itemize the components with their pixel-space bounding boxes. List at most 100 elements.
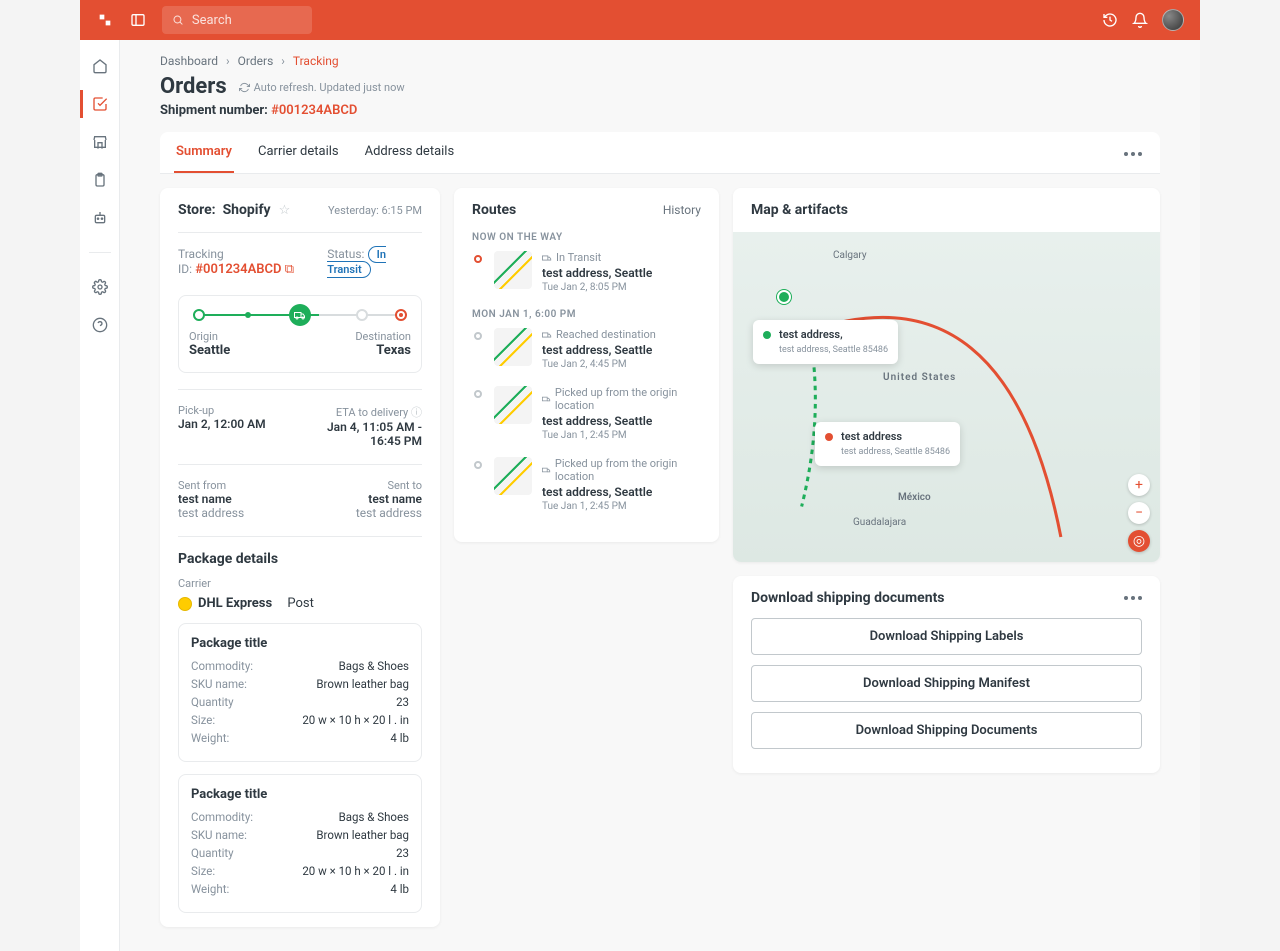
user-avatar[interactable] <box>1162 9 1184 31</box>
route-time: Tue Jan 1, 2:45 PM <box>542 501 701 512</box>
nav-robot[interactable] <box>88 206 112 230</box>
download-manifest-button[interactable]: Download Shipping Manifest <box>751 665 1142 702</box>
route-thumbnail <box>494 386 532 424</box>
info-icon[interactable]: ⓘ <box>411 406 422 419</box>
downloads-overflow[interactable] <box>1124 596 1142 600</box>
chevron-right-icon: › <box>226 54 230 68</box>
route-status: Reached destination <box>542 328 701 341</box>
route-address: test address, Seattle <box>542 414 701 428</box>
package-title: Package title <box>191 636 409 651</box>
nav-home[interactable] <box>88 54 112 78</box>
route-time: Tue Jan 1, 2:45 PM <box>542 430 701 441</box>
sentto-name: test name <box>306 492 422 506</box>
package-item: Package title Commodity:Bags & Shoes SKU… <box>178 623 422 762</box>
crumb-dashboard[interactable]: Dashboard <box>160 54 218 68</box>
shipment-progress: OriginSeattle DestinationTexas <box>178 295 422 373</box>
sentto-addr: test address <box>306 506 422 520</box>
breadcrumb: Dashboard › Orders › Tracking <box>160 54 1160 68</box>
map-zoom-out[interactable]: − <box>1128 502 1150 524</box>
nav-settings[interactable] <box>88 275 112 299</box>
route-pin-icon <box>472 457 484 512</box>
map-title: Map & artifacts <box>751 202 1142 218</box>
nav-orders[interactable] <box>88 92 112 116</box>
route-pin-icon <box>472 386 484 441</box>
status-label: Status: <box>327 247 364 261</box>
progress-pending-dot <box>356 309 368 321</box>
eta-value: Jan 4, 11:05 AM - 16:45 PM <box>306 420 422 448</box>
eta-label: ETA to delivery ⓘ <box>306 404 422 420</box>
crumb-orders[interactable]: Orders <box>238 54 274 68</box>
sentto-label: Sent to <box>306 479 422 492</box>
tracking-id[interactable]: #001234ABCD <box>195 262 281 277</box>
crumb-tracking: Tracking <box>293 54 339 68</box>
route-item[interactable]: In Transit test address, Seattle Tue Jan… <box>472 251 701 293</box>
progress-step-dot <box>245 312 251 318</box>
route-item[interactable]: Picked up from the origin location test … <box>472 457 701 512</box>
map-country-label: United States <box>883 372 956 383</box>
package-details-title: Package details <box>178 551 422 567</box>
nav-clipboard[interactable] <box>88 168 112 192</box>
map-popup-destination[interactable]: test addresstest address, Seattle 85486 <box>815 422 960 466</box>
route-status: In Transit <box>542 251 701 264</box>
map-guadalajara-label: Guadalajara <box>853 517 906 528</box>
tabs-overflow[interactable] <box>1124 145 1146 160</box>
sentfrom-addr: test address <box>178 506 294 520</box>
package-title: Package title <box>191 787 409 802</box>
route-time: Tue Jan 2, 8:05 PM <box>542 282 701 293</box>
nav-store[interactable] <box>88 130 112 154</box>
pickup-label: Pick-up <box>178 404 294 417</box>
app-logo <box>96 11 114 29</box>
history-icon[interactable] <box>1102 12 1118 28</box>
route-section-label: MON JAN 1, 6:00 PM <box>472 309 701 320</box>
carrier-name: DHL Express <box>198 596 272 611</box>
progress-origin-dot <box>193 309 205 321</box>
nav-help[interactable] <box>88 313 112 337</box>
route-address: test address, Seattle <box>542 485 701 499</box>
star-icon[interactable]: ☆ <box>279 203 291 218</box>
download-documents-button[interactable]: Download Shipping Documents <box>751 712 1142 749</box>
origin-value: Seattle <box>189 343 230 358</box>
map-origin-pin[interactable] <box>777 290 791 304</box>
store-timestamp: Yesterday: 6:15 PM <box>328 204 422 217</box>
map-view[interactable]: test address,test address, Seattle 85486… <box>733 232 1160 562</box>
refresh-note: Auto refresh. Updated just now <box>239 81 405 94</box>
search-input[interactable] <box>192 13 302 28</box>
map-popup-origin[interactable]: test address,test address, Seattle 85486 <box>753 320 898 364</box>
map-zoom-in[interactable]: + <box>1128 474 1150 496</box>
route-item[interactable]: Picked up from the origin location test … <box>472 386 701 441</box>
route-address: test address, Seattle <box>542 266 701 280</box>
store-name: Shopify <box>223 202 271 218</box>
route-thumbnail <box>494 251 532 289</box>
download-labels-button[interactable]: Download Shipping Labels <box>751 618 1142 655</box>
origin-label: Origin <box>189 330 230 343</box>
package-item: Package title Commodity:Bags & Shoes SKU… <box>178 774 422 913</box>
route-status: Picked up from the origin location <box>542 386 701 412</box>
route-item[interactable]: Reached destination test address, Seattl… <box>472 328 701 370</box>
tabs: Summary Carrier details Address details <box>160 132 1160 174</box>
side-nav <box>80 40 120 951</box>
map-mexico-label: México <box>898 492 931 503</box>
route-section-label: NOW ON THE WAY <box>472 232 701 243</box>
sentfrom-name: test name <box>178 492 294 506</box>
copy-icon[interactable]: ⧉ <box>285 262 294 277</box>
route-address: test address, Seattle <box>542 343 701 357</box>
carrier-type: Post <box>287 596 314 611</box>
tab-carrier-details[interactable]: Carrier details <box>256 132 341 173</box>
tab-summary[interactable]: Summary <box>174 132 234 173</box>
chevron-right-icon: › <box>281 54 285 68</box>
route-pin-icon <box>472 251 484 293</box>
sentfrom-label: Sent from <box>178 479 294 492</box>
dest-value: Texas <box>376 343 411 358</box>
panel-toggle-icon[interactable] <box>126 8 150 32</box>
map-locate[interactable]: ◎ <box>1128 530 1150 552</box>
search-box[interactable] <box>162 6 312 34</box>
route-time: Tue Jan 2, 4:45 PM <box>542 359 701 370</box>
route-status: Picked up from the origin location <box>542 457 701 483</box>
truck-icon <box>289 304 311 326</box>
downloads-title: Download shipping documents <box>751 590 945 606</box>
store-label: Store: <box>178 202 216 218</box>
progress-destination-dot <box>395 309 407 321</box>
tab-address-details[interactable]: Address details <box>363 132 457 173</box>
bell-icon[interactable] <box>1132 12 1148 28</box>
routes-history-link[interactable]: History <box>663 203 701 217</box>
